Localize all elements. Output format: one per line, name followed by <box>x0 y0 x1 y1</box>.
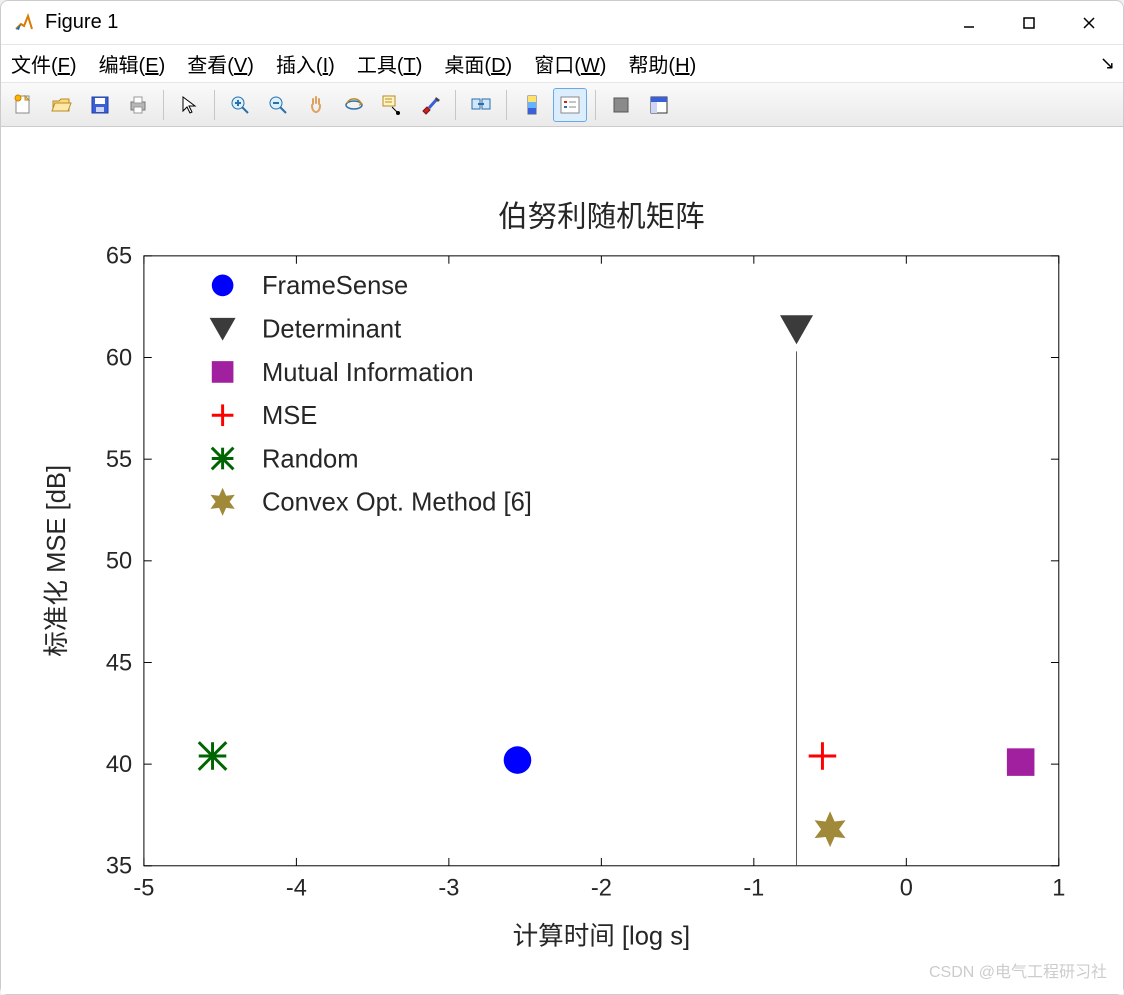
toolbar-separator <box>214 90 215 120</box>
svg-text:标准化 MSE [dB]: 标准化 MSE [dB] <box>43 465 71 657</box>
titlebar: Figure 1 <box>1 1 1123 45</box>
save-button[interactable] <box>83 88 117 122</box>
svg-text:Convex Opt. Method [6]: Convex Opt. Method [6] <box>262 489 532 517</box>
menu-file[interactable]: 文件(F) <box>11 49 77 78</box>
axes[interactable]: -5 -4 -3 -2 -1 0 1 35 40 45 50 55 60 65 计算时间 [log s] 标准… <box>21 187 1103 974</box>
toolbar <box>1 83 1123 127</box>
svg-text:50: 50 <box>106 549 132 575</box>
svg-text:FrameSense: FrameSense <box>262 272 408 300</box>
dock-button[interactable] <box>642 88 676 122</box>
rotate3d-button[interactable] <box>337 88 371 122</box>
menu-window[interactable]: 窗口(W) <box>534 49 606 78</box>
data-cursor-button[interactable] <box>375 88 409 122</box>
link-plots-button[interactable] <box>464 88 498 122</box>
svg-text:伯努利随机矩阵: 伯努利随机矩阵 <box>498 200 705 233</box>
svg-text:-1: -1 <box>743 875 764 901</box>
figure-window: Figure 1 文件(F) 编辑(E) 查看(V) 插入(I) 工具(T) 桌… <box>0 0 1124 995</box>
svg-text:60: 60 <box>106 345 132 371</box>
svg-text:45: 45 <box>106 650 132 676</box>
window-title: Figure 1 <box>45 11 929 34</box>
print-button[interactable] <box>121 88 155 122</box>
new-figure-button[interactable] <box>7 88 41 122</box>
brush-button[interactable] <box>413 88 447 122</box>
menu-tools[interactable]: 工具(T) <box>357 49 423 78</box>
svg-text:-4: -4 <box>286 875 307 901</box>
window-controls <box>939 3 1119 43</box>
svg-text:Mutual Information: Mutual Information <box>262 359 474 387</box>
figure-canvas[interactable]: -5 -4 -3 -2 -1 0 1 35 40 45 50 55 60 65 计算时间 [log s] 标准… <box>1 127 1123 994</box>
menubar: 文件(F) 编辑(E) 查看(V) 插入(I) 工具(T) 桌面(D) 窗口(W… <box>1 45 1123 83</box>
toolbar-separator <box>506 90 507 120</box>
svg-text:0: 0 <box>900 875 913 901</box>
svg-text:-3: -3 <box>438 875 459 901</box>
svg-text:35: 35 <box>106 854 132 880</box>
colorbar-button[interactable] <box>515 88 549 122</box>
minimize-button[interactable] <box>939 3 999 43</box>
maximize-button[interactable] <box>999 3 1059 43</box>
svg-text:Random: Random <box>262 445 359 473</box>
undock-arrow-icon[interactable]: ↘ <box>1100 53 1115 74</box>
toolbar-separator <box>455 90 456 120</box>
menu-desktop[interactable]: 桌面(D) <box>444 49 512 78</box>
chart-svg: -5 -4 -3 -2 -1 0 1 35 40 45 50 55 60 65 计算时间 [log s] 标准… <box>21 187 1103 974</box>
svg-text:1: 1 <box>1052 875 1065 901</box>
svg-text:-2: -2 <box>591 875 612 901</box>
svg-text:-5: -5 <box>133 875 154 901</box>
open-button[interactable] <box>45 88 79 122</box>
zoom-out-button[interactable] <box>261 88 295 122</box>
svg-text:MSE: MSE <box>262 402 317 430</box>
pan-button[interactable] <box>299 88 333 122</box>
close-button[interactable] <box>1059 3 1119 43</box>
watermark: CSDN @电气工程研习社 <box>929 958 1107 982</box>
matlab-icon <box>13 12 35 34</box>
legend-button[interactable] <box>553 88 587 122</box>
zoom-in-button[interactable] <box>223 88 257 122</box>
menu-help[interactable]: 帮助(H) <box>628 49 696 78</box>
svg-text:65: 65 <box>106 244 132 270</box>
pointer-button[interactable] <box>172 88 206 122</box>
menu-view[interactable]: 查看(V) <box>187 49 254 78</box>
toolbar-separator <box>163 90 164 120</box>
toolbar-separator <box>595 90 596 120</box>
menu-edit[interactable]: 编辑(E) <box>99 49 166 78</box>
svg-text:55: 55 <box>106 447 132 473</box>
svg-text:40: 40 <box>106 752 132 778</box>
svg-text:计算时间 [log s]: 计算时间 [log s] <box>513 922 691 950</box>
hide-tools-button[interactable] <box>604 88 638 122</box>
menu-insert[interactable]: 插入(I) <box>276 49 335 78</box>
svg-text:Determinant: Determinant <box>262 316 401 344</box>
